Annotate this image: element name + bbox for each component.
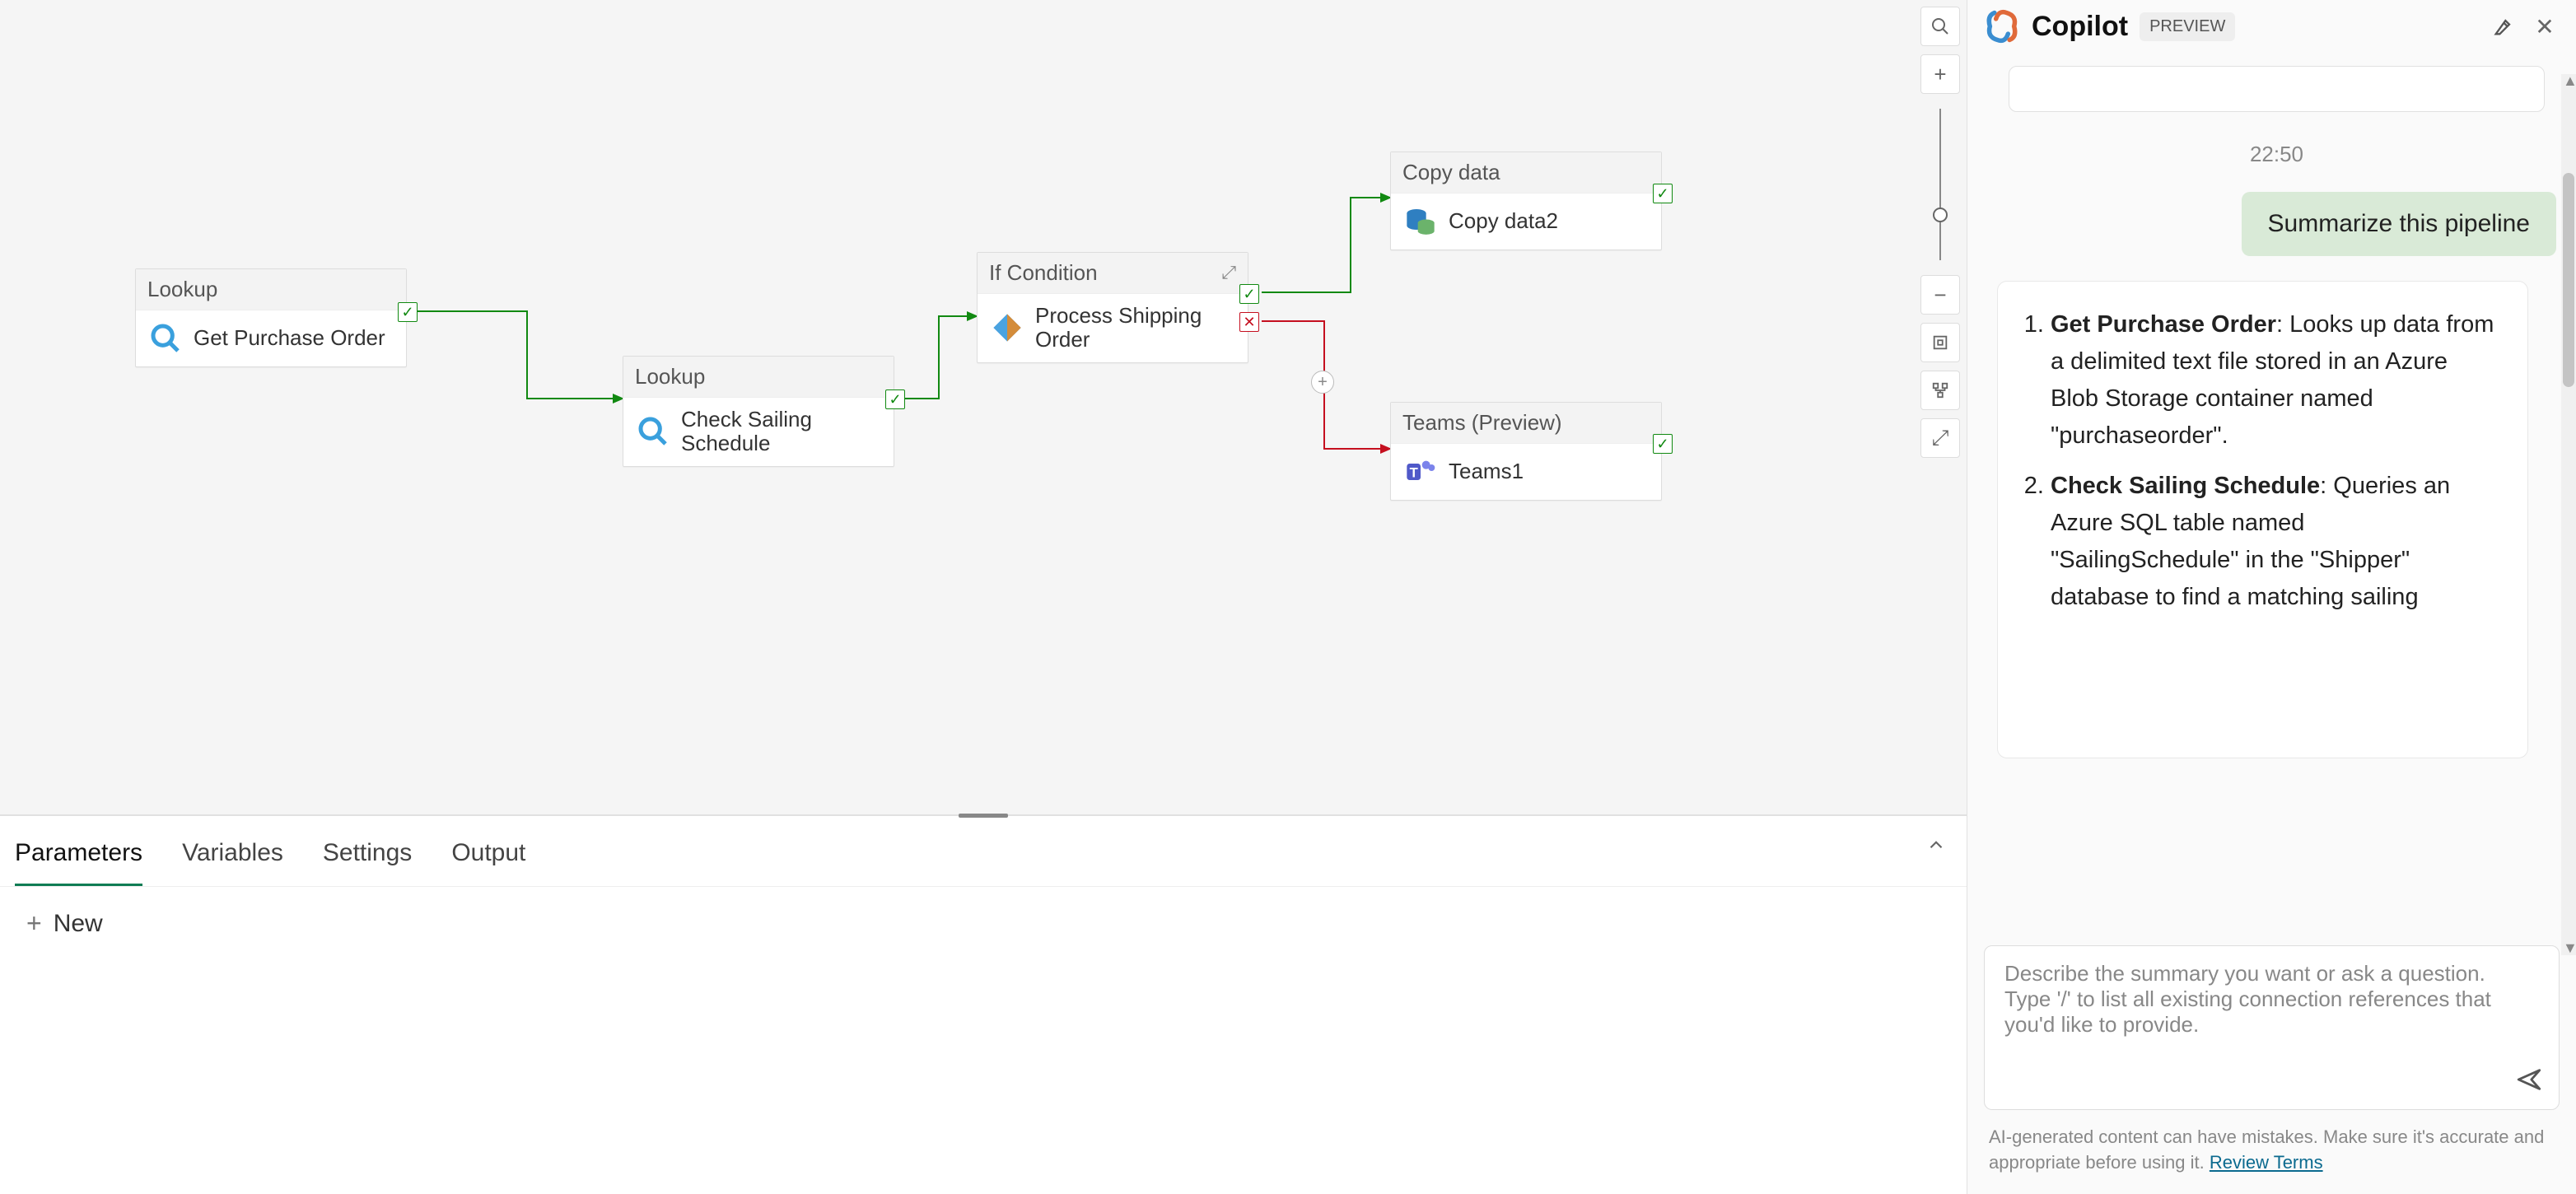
lookup-icon <box>635 413 671 450</box>
fullscreen-button[interactable]: ⤢ <box>1920 418 1960 458</box>
clear-chat-button[interactable] <box>2489 12 2518 41</box>
chat-timestamp: 22:50 <box>1997 142 2556 167</box>
status-success-icon: ✓ <box>398 302 418 322</box>
scroll-up-arrow[interactable]: ▲ <box>2563 72 2576 90</box>
previous-message-placeholder <box>2009 66 2545 112</box>
copy-data-icon <box>1402 203 1439 240</box>
config-tabs: Parameters Variables Settings Output <box>0 816 1967 887</box>
activity-get-purchase-order[interactable]: Lookup Get Purchase Order ✓ <box>135 268 407 367</box>
assistant-message: Get Purchase Order: Looks up data from a… <box>1997 281 2528 758</box>
panel-resize-handle[interactable] <box>959 814 1008 818</box>
copilot-panel: Copilot PREVIEW ✕ 22:50 Summarize this p… <box>1967 0 2576 1194</box>
chat-scroll-area[interactable]: 22:50 Summarize this pipeline Get Purcha… <box>1967 61 2576 932</box>
search-button[interactable] <box>1920 7 1960 46</box>
zoom-handle[interactable] <box>1933 208 1948 222</box>
close-button[interactable]: ✕ <box>2530 12 2560 41</box>
activity-copy-data2[interactable]: Copy data Copy data2 ✓ <box>1390 152 1662 250</box>
step1-title: Get Purchase Order <box>2051 311 2276 338</box>
preview-badge: PREVIEW <box>2140 12 2235 41</box>
status-success-icon: ✓ <box>1239 284 1259 304</box>
status-success-icon: ✓ <box>885 389 905 409</box>
activity-type-label: Copy data <box>1402 161 1500 184</box>
chat-scrollbar[interactable]: ▲ ▼ <box>2561 74 2576 955</box>
status-success-icon: ✓ <box>1653 434 1673 454</box>
activity-name: Process Shipping Order <box>1035 304 1236 353</box>
copilot-logo-icon <box>1984 8 2020 44</box>
teams-icon: T <box>1402 454 1439 490</box>
collapse-panel-button[interactable] <box>1925 834 1947 861</box>
activity-check-sailing-schedule[interactable]: Lookup Check Sailing Schedule ✓ <box>623 356 894 467</box>
auto-layout-button[interactable] <box>1920 371 1960 410</box>
svg-text:T: T <box>1410 464 1418 480</box>
pipeline-designer: Lookup Get Purchase Order ✓ Lookup Check… <box>0 0 1967 1194</box>
activity-process-shipping-order[interactable]: If Condition ⤢ Process Shipping Order ✓ … <box>977 252 1248 363</box>
activity-name: Copy data2 <box>1449 209 1558 234</box>
status-failure-icon: ✕ <box>1239 312 1259 332</box>
activity-type-label: If Condition <box>989 261 1098 285</box>
tab-settings[interactable]: Settings <box>323 823 412 886</box>
chat-input[interactable]: Describe the summary you want or ask a q… <box>1984 945 2560 1110</box>
tab-parameters[interactable]: Parameters <box>15 823 142 886</box>
copilot-title: Copilot <box>2032 11 2128 43</box>
step2-title: Check Sailing Schedule <box>2051 473 2320 499</box>
scrollbar-thumb[interactable] <box>2563 173 2574 387</box>
status-success-icon: ✓ <box>1653 184 1673 203</box>
scroll-down-arrow[interactable]: ▼ <box>2563 940 2576 957</box>
ai-disclaimer: AI-generated content can have mistakes. … <box>1967 1118 2576 1194</box>
tab-output[interactable]: Output <box>451 823 525 886</box>
fit-to-screen-button[interactable] <box>1920 323 1960 362</box>
send-button[interactable] <box>2511 1061 2547 1098</box>
new-label: New <box>54 910 103 938</box>
tab-variables[interactable]: Variables <box>182 823 283 886</box>
pipeline-canvas[interactable]: Lookup Get Purchase Order ✓ Lookup Check… <box>0 0 1967 815</box>
activity-name: Teams1 <box>1449 459 1524 484</box>
if-condition-icon <box>989 310 1025 346</box>
activity-name: Check Sailing Schedule <box>681 408 882 457</box>
review-terms-link[interactable]: Review Terms <box>2210 1152 2323 1173</box>
config-panel: Parameters Variables Settings Output + N… <box>0 815 1967 1194</box>
activity-type-label: Lookup <box>635 365 705 389</box>
activity-name: Get Purchase Order <box>194 326 385 351</box>
activity-type-label: Teams (Preview) <box>1402 411 1562 435</box>
canvas-toolbar: + − ⤢ <box>1914 0 1967 464</box>
zoom-out-button[interactable]: − <box>1920 275 1960 315</box>
activity-teams1[interactable]: Teams (Preview) T Teams1 ✓ <box>1390 402 1662 501</box>
chat-placeholder: Describe the summary you want or ask a q… <box>2004 961 2491 1037</box>
activity-type-label: Lookup <box>147 278 217 301</box>
zoom-slider[interactable] <box>1939 102 1941 267</box>
zoom-in-button[interactable]: + <box>1920 54 1960 94</box>
add-branch-button[interactable]: + <box>1311 371 1334 394</box>
new-parameter-button[interactable]: + New <box>0 887 1967 960</box>
user-message: Summarize this pipeline <box>2242 192 2556 256</box>
expand-icon[interactable]: ⤢ <box>1221 263 1236 282</box>
plus-icon: + <box>26 908 42 939</box>
lookup-icon <box>147 320 184 357</box>
copilot-header: Copilot PREVIEW ✕ <box>1967 0 2576 61</box>
